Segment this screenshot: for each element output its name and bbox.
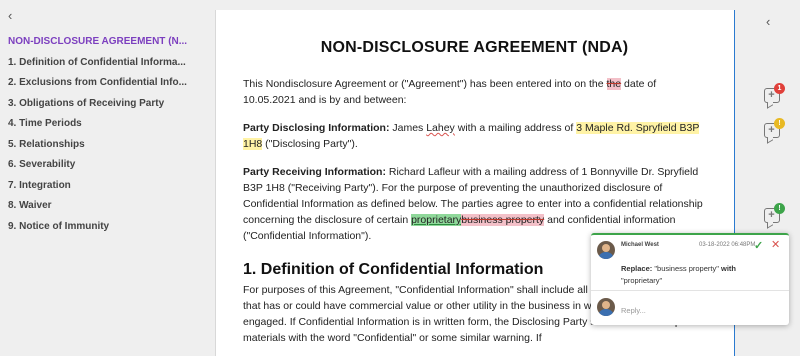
comment-author: Michael West bbox=[621, 242, 659, 248]
comment-count-badge: 1 bbox=[774, 83, 785, 94]
comment-alert-badge: ! bbox=[774, 118, 785, 129]
outline-list: NON-DISCLOSURE AGREEMENT (N... 1. Defini… bbox=[8, 32, 208, 237]
accept-change-button[interactable]: ✓ bbox=[754, 239, 763, 252]
outline-item-title[interactable]: NON-DISCLOSURE AGREEMENT (N... bbox=[8, 32, 208, 53]
comment-icon[interactable]: + 1 bbox=[764, 83, 785, 103]
collapse-comments-button[interactable]: ‹ bbox=[766, 14, 770, 29]
receiving-party-label: Party Receiving Information: bbox=[243, 166, 386, 178]
outline-item-severability[interactable]: 6. Severability bbox=[8, 155, 208, 176]
tracked-deletion[interactable]: business property bbox=[461, 214, 545, 226]
disclosing-text: James bbox=[389, 122, 427, 134]
comment-add-icon[interactable]: + ! bbox=[764, 203, 785, 223]
tracked-insertion[interactable]: proprietary bbox=[411, 214, 462, 226]
outline-item-exclusions[interactable]: 2. Exclusions from Confidential Info... bbox=[8, 73, 208, 94]
suggestion-popup: Michael West 03-18-2022 06:48PM ✓ ✕ Repl… bbox=[591, 233, 789, 325]
disclosing-party-label: Party Disclosing Information: bbox=[243, 122, 390, 134]
popup-divider bbox=[591, 290, 789, 291]
receiving-party-paragraph: Party Receiving Information: Richard Laf… bbox=[243, 164, 706, 244]
disclosing-text-mid: with a mailing address of bbox=[454, 122, 577, 134]
intro-paragraph: This Nondisclosure Agreement or ("Agreem… bbox=[243, 76, 706, 108]
outline-item-integration[interactable]: 7. Integration bbox=[8, 176, 208, 197]
tracked-deletion[interactable]: the bbox=[606, 78, 622, 90]
document-title: NON-DISCLOSURE AGREEMENT (NDA) bbox=[320, 39, 629, 56]
reject-change-button[interactable]: ✕ bbox=[771, 238, 780, 251]
comment-date: 03-18-2022 06:48PM bbox=[699, 242, 756, 248]
intro-text: This Nondisclosure Agreement or ("Agreem… bbox=[243, 78, 607, 90]
disclosing-party-paragraph: Party Disclosing Information: James Lahe… bbox=[243, 120, 706, 152]
suggestion-new: "business property" bbox=[654, 264, 719, 273]
avatar bbox=[597, 241, 615, 259]
disclosing-text-end: ("Disclosing Party"). bbox=[262, 138, 358, 150]
comment-active-badge: ! bbox=[774, 203, 785, 214]
outline-item-time-periods[interactable]: 4. Time Periods bbox=[8, 114, 208, 135]
document-outline-panel: ‹ NON-DISCLOSURE AGREEMENT (N... 1. Defi… bbox=[0, 0, 210, 356]
comment-icon[interactable]: + ! bbox=[764, 118, 785, 138]
suggestion-text: Replace: "business property" with "propr… bbox=[621, 263, 779, 287]
spellcheck-word[interactable]: Lahey bbox=[426, 122, 455, 134]
suggestion-label: Replace: bbox=[621, 264, 653, 273]
outline-item-relationships[interactable]: 5. Relationships bbox=[8, 135, 208, 156]
outline-item-obligations[interactable]: 3. Obligations of Receiving Party bbox=[8, 94, 208, 115]
reply-input[interactable]: Reply... bbox=[621, 306, 646, 315]
outline-item-definition[interactable]: 1. Definition of Confidential Informa... bbox=[8, 53, 208, 74]
outline-item-notice-of-immunity[interactable]: 9. Notice of Immunity bbox=[8, 217, 208, 238]
collapse-outline-button[interactable]: ‹ bbox=[8, 8, 12, 23]
suggestion-old: "proprietary" bbox=[621, 276, 663, 285]
avatar bbox=[597, 298, 615, 316]
outline-item-waiver[interactable]: 8. Waiver bbox=[8, 196, 208, 217]
suggestion-with: with bbox=[720, 264, 736, 273]
